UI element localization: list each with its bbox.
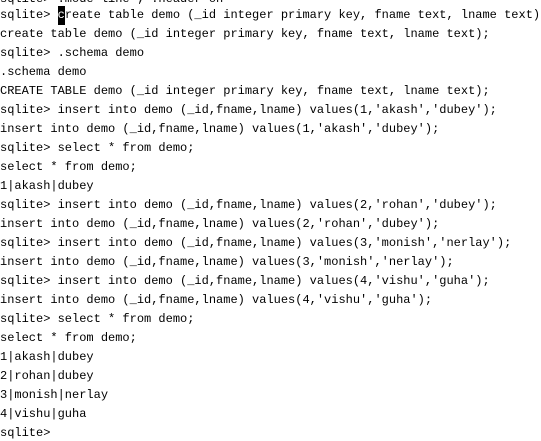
command-text: reate table demo (_id integer primary ke… bbox=[64, 8, 541, 22]
terminal-line: create table demo (_id integer primary k… bbox=[0, 27, 490, 41]
terminal-line: sqlite> insert into demo (_id,fname,lnam… bbox=[0, 198, 497, 212]
terminal-line: insert into demo (_id,fname,lname) value… bbox=[0, 217, 440, 231]
terminal-line: sqlite> insert into demo (_id,fname,lnam… bbox=[0, 236, 512, 250]
terminal-line: 4|vishu|guha bbox=[0, 407, 87, 421]
terminal-line: select * from demo; bbox=[0, 331, 137, 345]
terminal-lines: sqlite> create table demo (_id integer p… bbox=[0, 6, 541, 441]
terminal-line: sqlite> select * from demo; bbox=[0, 141, 195, 155]
terminal-line: insert into demo (_id,fname,lname) value… bbox=[0, 293, 433, 307]
terminal-line: sqlite> select * from demo; bbox=[0, 312, 195, 326]
terminal-line: CREATE TABLE demo (_id integer primary k… bbox=[0, 84, 490, 98]
terminal-line-first-command: sqlite> create table demo (_id integer p… bbox=[0, 6, 541, 25]
terminal-line: select * from demo; bbox=[0, 160, 137, 174]
terminal-line: sqlite> insert into demo (_id,fname,lnam… bbox=[0, 103, 497, 117]
text-cursor: c bbox=[57, 6, 65, 25]
terminal-line: 1|akash|dubey bbox=[0, 179, 94, 193]
terminal-line: insert into demo (_id,fname,lname) value… bbox=[0, 255, 454, 269]
terminal-output[interactable]: sqlite> .mode line ; .header on sqlite> … bbox=[0, 0, 541, 441]
terminal-line-last-prompt: sqlite> bbox=[0, 426, 51, 440]
prompt-text: sqlite> bbox=[0, 8, 58, 22]
terminal-line: insert into demo (_id,fname,lname) value… bbox=[0, 122, 440, 136]
terminal-line: sqlite> insert into demo (_id,fname,lnam… bbox=[0, 274, 490, 288]
terminal-line: sqlite> .schema demo bbox=[0, 46, 145, 60]
terminal-line: 2|rohan|dubey bbox=[0, 369, 94, 383]
terminal-line: 3|monish|nerlay bbox=[0, 388, 109, 402]
terminal-line: .schema demo bbox=[0, 65, 87, 79]
terminal-line: 1|akash|dubey bbox=[0, 350, 94, 364]
